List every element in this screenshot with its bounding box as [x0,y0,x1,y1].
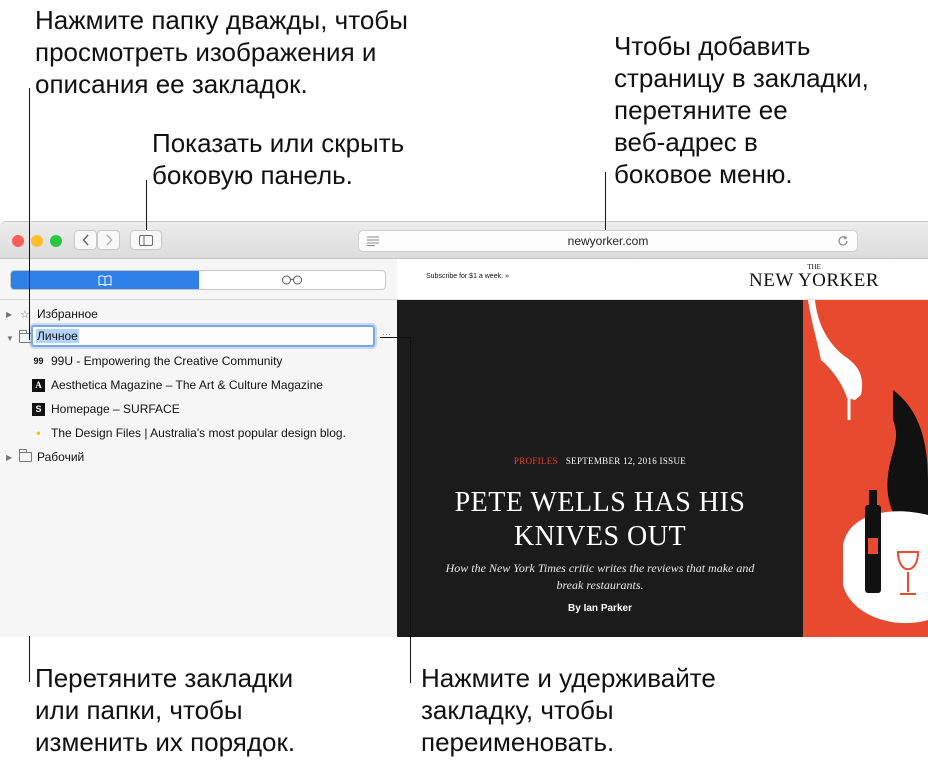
callout-drag-reorder: Перетяните закладки или папки, чтобы изм… [35,663,296,757]
bookmarks-sidebar: ▶ ☆ Избранное ▼ Личное ··· 99 99U - Empo… [0,259,398,637]
new-yorker-logo[interactable]: THE NEW YORKER [749,263,879,291]
leader-line-rename-v [410,337,411,683]
surface-favicon-icon: S [32,402,45,416]
issue-date: SEPTEMBER 12, 2016 ISSUE [565,456,687,466]
glasses-icon [282,275,302,285]
safari-window: newyorker.com ▶ ☆ Избранное ▼ Личное ···… [0,221,928,637]
article-headline[interactable]: PETE WELLS HAS HIS KNIVES OUT [397,486,803,554]
sidebar-toggle-button[interactable] [130,230,162,250]
design-files-favicon-icon: • [36,426,41,440]
chevron-right-icon [105,234,113,246]
sidebar-divider [0,299,397,300]
aesthetica-favicon-icon: A [32,378,45,392]
leader-line-rename-h [380,337,410,338]
leader-line-address [605,172,606,230]
forward-button[interactable] [97,230,120,250]
folder-label: Избранное [37,307,98,321]
disclosure-triangle-icon[interactable]: ▶ [6,453,12,462]
headline-line-1: PETE WELLS HAS HIS [454,487,746,518]
section-link[interactable]: PROFILES [514,456,558,466]
folder-icon [19,449,32,462]
titlebar: newyorker.com [0,222,928,259]
tab-bookmarks[interactable] [11,271,199,289]
rename-text: Личное [36,329,79,343]
rename-field[interactable]: Личное [31,325,375,347]
callout-add-bookmark: Чтобы добавить страницу в закладки, пере… [614,31,869,189]
sidebar-icon [139,234,153,246]
folder-label: Рабочий [37,450,85,464]
zoom-button[interactable] [50,235,62,247]
disclosure-triangle-icon[interactable]: ▶ [6,310,12,319]
callout-press-hold-rename: Нажмите и удерживайте закладку, чтобы пе… [421,663,716,757]
address-bar[interactable]: newyorker.com [358,230,858,252]
hero-illustration [803,300,928,637]
bookmark-label: Aesthetica Magazine – The Art & Culture … [51,378,323,392]
folder-personal[interactable]: ▼ Личное ··· [0,325,397,349]
reload-icon[interactable] [837,235,849,247]
minimize-button[interactable] [31,235,43,247]
disclosure-triangle-icon[interactable]: ▼ [6,334,14,343]
article-dek: How the New York Times critic writes the… [445,561,755,592]
diner-illustration-icon [808,300,928,624]
99u-favicon-icon: 99 [33,356,44,366]
hero-panel: PROFILES SEPTEMBER 12, 2016 ISSUE PETE WE… [397,300,803,637]
article-kicker: PROFILES SEPTEMBER 12, 2016 ISSUE [397,456,803,466]
tab-reading-list[interactable] [199,271,385,289]
leader-line-sidebar-toggle [146,180,147,230]
back-button[interactable] [74,230,97,250]
subscribe-link[interactable]: Subscribe for $1 a week. » [426,273,509,280]
close-button[interactable] [12,235,24,247]
chevron-left-icon [81,234,89,246]
callout-folder-double-click: Нажмите папку дважды, чтобы просмотреть … [35,5,408,99]
bookmark-label: The Design Files | Australia's most popu… [51,426,346,440]
site-header: Subscribe for $1 a week. » THE NEW YORKE… [397,259,928,300]
callout-toggle-sidebar: Показать или скрыть боковую панель. [152,128,405,190]
web-content: Subscribe for $1 a week. » THE NEW YORKE… [397,259,928,637]
sidebar-segmented-control [10,270,386,290]
article-byline: By Ian Parker [568,603,632,614]
logo-main: NEW YORKER [749,270,880,291]
url-text: newyorker.com [567,234,649,248]
leader-line-drag [29,636,30,682]
book-icon [98,275,112,286]
headline-line-2: KNIVES OUT [513,521,687,552]
bookmark-label: 99U - Empowering the Creative Community [51,354,283,368]
bookmark-label: Homepage – SURFACE [51,402,180,416]
leader-line-folder [29,88,30,340]
